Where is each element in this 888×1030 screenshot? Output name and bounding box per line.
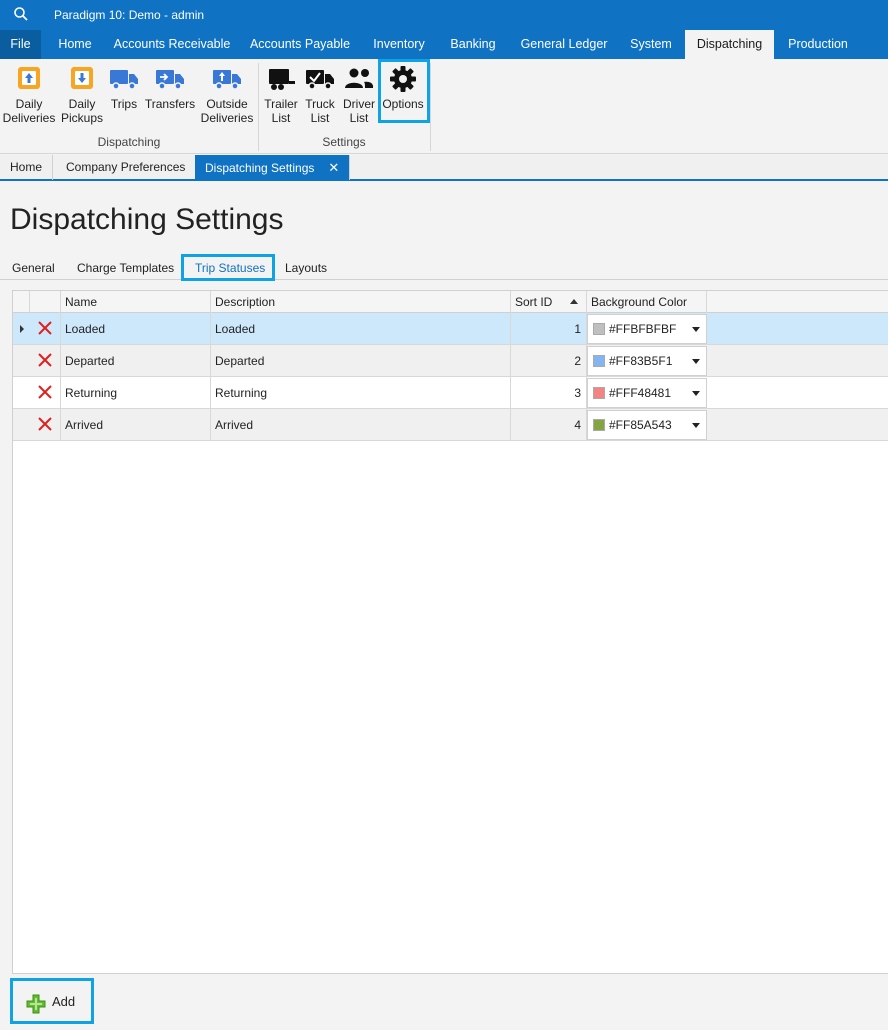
color-picker[interactable]: #FF83B5F1 (587, 346, 707, 376)
dropdown-arrow-icon[interactable] (692, 327, 700, 332)
current-row-icon (20, 325, 24, 333)
table-row[interactable]: Departed Departed 2 #FF83B5F1 (13, 345, 888, 377)
header-description[interactable]: Description (211, 291, 511, 313)
color-swatch (593, 355, 605, 367)
truck-list-button[interactable]: Truck List (302, 65, 338, 125)
truck-check-icon (306, 70, 334, 90)
sort-ascending-icon (570, 299, 578, 304)
dropdown-arrow-icon[interactable] (692, 359, 700, 364)
color-picker[interactable]: #FFF48481 (587, 378, 707, 408)
menu-banking[interactable]: Banking (441, 30, 505, 59)
menu-inventory[interactable]: Inventory (363, 30, 435, 59)
transfer-truck-icon (156, 70, 184, 90)
cell-sort-id[interactable]: 1 (511, 313, 587, 345)
cell-name[interactable]: Departed (61, 345, 211, 377)
trailer-list-button[interactable]: Trailer List (262, 65, 300, 125)
color-swatch (593, 387, 605, 399)
daily-deliveries-button[interactable]: Daily Deliveries (2, 65, 56, 125)
menu-home[interactable]: Home (46, 30, 104, 59)
cell-description[interactable]: Loaded (211, 313, 511, 345)
truck-icon (110, 70, 138, 90)
settings-tabs: General Charge Templates Trip Statuses L… (0, 256, 888, 280)
delete-row-button[interactable] (30, 377, 61, 409)
cell-name[interactable]: Arrived (61, 409, 211, 441)
trip-statuses-grid: Name Description Sort ID Background Colo… (12, 290, 888, 974)
menu-accounts-receivable[interactable]: Accounts Receivable (108, 30, 236, 59)
header-name[interactable]: Name (61, 291, 211, 313)
bottom-toolbar: Add (0, 974, 888, 1030)
delete-row-button[interactable] (30, 409, 61, 441)
table-row[interactable]: Arrived Arrived 4 #FF85A543 (13, 409, 888, 441)
menu-production[interactable]: Production (779, 30, 857, 59)
outside-delivery-truck-icon (213, 70, 241, 90)
ribbon-group-dispatching: Dispatching (97, 135, 161, 149)
document-tabs: Home Company Preferences Dispatching Set… (0, 155, 888, 181)
menu-accounts-payable[interactable]: Accounts Payable (243, 30, 357, 59)
color-picker[interactable]: #FF85A543 (587, 410, 707, 440)
delete-x-icon (38, 385, 52, 399)
cell-description[interactable]: Departed (211, 345, 511, 377)
delete-x-icon (38, 417, 52, 431)
delete-row-button[interactable] (30, 313, 61, 345)
grid-header: Name Description Sort ID Background Colo… (13, 291, 888, 313)
cell-name[interactable]: Returning (61, 377, 211, 409)
menu-file[interactable]: File (0, 30, 41, 59)
pickup-box-icon (71, 67, 93, 89)
trailer-icon (269, 69, 295, 90)
header-sort-id[interactable]: Sort ID (511, 291, 587, 313)
daily-pickups-button[interactable]: Daily Pickups (60, 65, 104, 125)
ribbon-separator (430, 63, 431, 151)
cell-description[interactable]: Returning (211, 377, 511, 409)
menu-bar: File Home Accounts Receivable Accounts P… (0, 30, 888, 59)
trips-button[interactable]: Trips (106, 65, 142, 111)
doc-tab-company-preferences[interactable]: Company Preferences (56, 155, 197, 180)
search-icon[interactable] (13, 6, 29, 22)
cell-sort-id[interactable]: 4 (511, 409, 587, 441)
table-row[interactable]: Returning Returning 3 #FFF48481 (13, 377, 888, 409)
cell-description[interactable]: Arrived (211, 409, 511, 441)
transfers-button[interactable]: Transfers (144, 65, 196, 111)
doc-tab-dispatching-settings[interactable]: Dispatching Settings ✕ (195, 155, 351, 180)
table-row[interactable]: Loaded Loaded 1 #FFBFBFBF (13, 313, 888, 345)
header-delete (30, 291, 61, 313)
menu-system[interactable]: System (621, 30, 681, 59)
menu-general-ledger[interactable]: General Ledger (512, 30, 616, 59)
tab-layouts[interactable]: Layouts (285, 256, 327, 280)
dropdown-arrow-icon[interactable] (692, 391, 700, 396)
page-title: Dispatching Settings (10, 203, 284, 236)
delivery-box-icon (18, 67, 40, 89)
doc-tab-home[interactable]: Home (0, 155, 54, 180)
cell-sort-id[interactable]: 3 (511, 377, 587, 409)
delete-x-icon (38, 353, 52, 367)
outside-deliveries-button[interactable]: Outside Deliveries (200, 65, 254, 125)
delete-x-icon (38, 321, 52, 335)
cell-sort-id[interactable]: 2 (511, 345, 587, 377)
header-indicator (13, 291, 30, 313)
people-icon (345, 68, 374, 88)
delete-row-button[interactable] (30, 345, 61, 377)
trip-statuses-highlight (181, 254, 275, 281)
driver-list-button[interactable]: Driver List (340, 65, 378, 125)
ribbon: Daily Deliveries Daily Pickups Trips Tra… (0, 59, 888, 154)
header-background-color[interactable]: Background Color (587, 291, 707, 313)
color-swatch (593, 323, 605, 335)
window-title: Paradigm 10: Demo - admin (54, 8, 205, 22)
tab-general[interactable]: General (12, 256, 55, 280)
color-picker[interactable]: #FFBFBFBF (587, 314, 707, 344)
menu-dispatching[interactable]: Dispatching (685, 30, 774, 59)
ribbon-group-settings: Settings (322, 135, 366, 149)
cell-name[interactable]: Loaded (61, 313, 211, 345)
add-highlight (10, 978, 94, 1024)
options-highlight (378, 59, 430, 123)
tab-charge-templates[interactable]: Charge Templates (77, 256, 174, 280)
title-bar: Paradigm 10: Demo - admin (0, 0, 888, 30)
color-swatch (593, 419, 605, 431)
dropdown-arrow-icon[interactable] (692, 423, 700, 428)
close-icon[interactable]: ✕ (328, 160, 339, 175)
